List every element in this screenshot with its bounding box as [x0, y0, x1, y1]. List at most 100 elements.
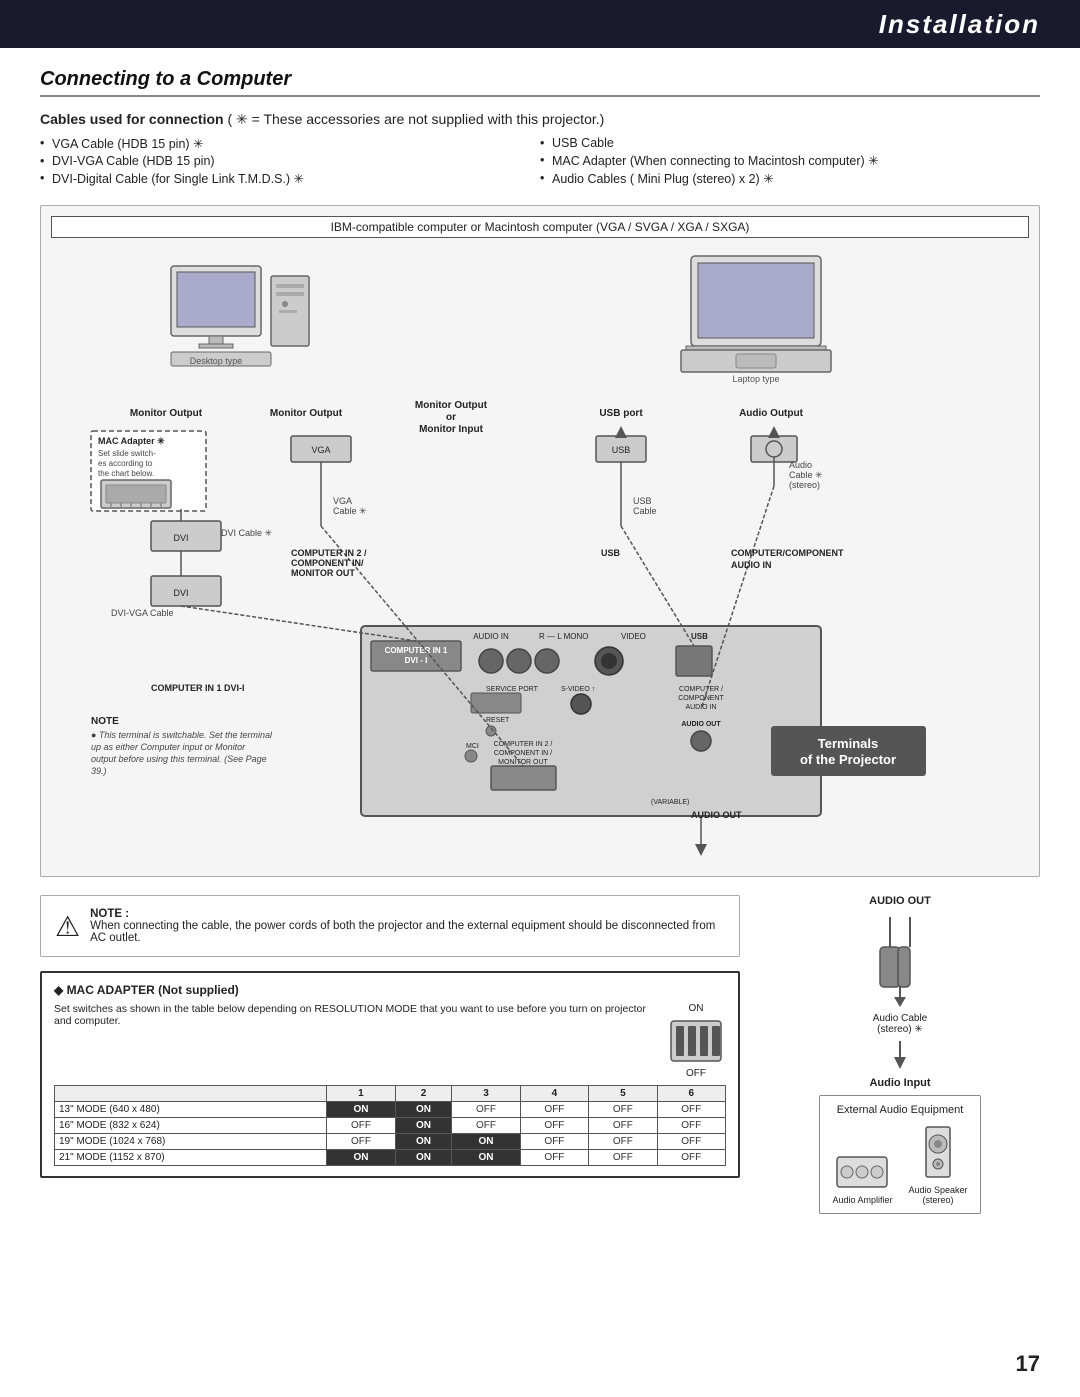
svg-text:up as either Computer input or: up as either Computer input or Monitor: [91, 742, 246, 752]
svg-text:● This terminal is switchable.: ● This terminal is switchable. Set the t…: [91, 730, 273, 740]
mac-table-cell: OFF: [520, 1150, 588, 1166]
svg-text:output before using this termi: output before using this terminal. (See …: [91, 754, 267, 764]
mac-table-mode: 13" MODE (640 x 480): [55, 1102, 327, 1118]
mac-table-cell: ON: [452, 1150, 520, 1166]
svg-text:Monitor Output: Monitor Output: [270, 408, 343, 419]
svg-text:VGA: VGA: [311, 445, 330, 455]
svg-text:Monitor Input: Monitor Input: [419, 424, 484, 435]
bottom-left: ⚠ NOTE : When connecting the cable, the …: [40, 895, 740, 1178]
svg-text:COMPUTER /: COMPUTER /: [679, 686, 723, 693]
cables-left-col: VGA Cable (HDB 15 pin) ✳ DVI-VGA Cable (…: [40, 136, 540, 189]
mac-table-cell: OFF: [657, 1150, 725, 1166]
off-label: OFF: [686, 1068, 706, 1079]
svg-text:Monitor Output: Monitor Output: [130, 408, 203, 419]
mac-table-cell: OFF: [657, 1118, 725, 1134]
laptop-computer: Laptop type: [681, 256, 831, 384]
svg-text:Cable ✳: Cable ✳: [789, 470, 823, 480]
svg-text:COMPUTER IN 1 DVI-I: COMPUTER IN 1 DVI-I: [151, 683, 245, 693]
svg-text:S-VIDEO ↑: S-VIDEO ↑: [561, 686, 595, 693]
cables-right-col: USB Cable MAC Adapter (When connecting t…: [540, 136, 1040, 189]
svg-text:or: or: [446, 412, 456, 423]
mac-table: 1 2 3 4 5 6 13" MODE (640 x 480)ONONOFFO…: [54, 1085, 726, 1166]
svg-text:MONITOR OUT: MONITOR OUT: [498, 759, 548, 766]
mac-table-cell: OFF: [657, 1102, 725, 1118]
mac-table-header-6: 6: [657, 1086, 725, 1102]
mac-table-cell: OFF: [520, 1134, 588, 1150]
mac-table-cell: ON: [395, 1150, 452, 1166]
note-warning-text: NOTE : When connecting the cable, the po…: [90, 908, 725, 944]
svg-text:MCI: MCI: [466, 743, 479, 750]
svg-text:COMPUTER IN 1: COMPUTER IN 1: [385, 646, 448, 655]
mac-table-cell: ON: [327, 1150, 395, 1166]
audio-amplifier-label: Audio Amplifier: [832, 1195, 892, 1205]
svg-text:R — L MONO: R — L MONO: [539, 632, 588, 641]
svg-text:VGA: VGA: [333, 496, 352, 506]
bottom-right: AUDIO OUT Audio Cable(stereo) ✳ Audio In…: [760, 895, 1040, 1214]
mac-table-cell: OFF: [589, 1102, 657, 1118]
mac-table-cell: OFF: [589, 1134, 657, 1150]
svg-text:NOTE: NOTE: [91, 716, 119, 727]
svg-text:AUDIO OUT: AUDIO OUT: [691, 810, 742, 820]
audio-input-label: Audio Input: [869, 1077, 930, 1089]
svg-text:Terminals: Terminals: [818, 736, 878, 751]
mac-table-header-3: 3: [452, 1086, 520, 1102]
svg-text:AUDIO OUT: AUDIO OUT: [681, 721, 721, 728]
audio-out-label: AUDIO OUT: [869, 895, 931, 907]
note-warning-title: NOTE :: [90, 908, 129, 920]
mac-table-cell: OFF: [327, 1134, 395, 1150]
mac-table-cell: ON: [327, 1102, 395, 1118]
svg-text:MAC Adapter ✳: MAC Adapter ✳: [98, 436, 165, 446]
ibm-label: IBM-compatible computer or Macintosh com…: [51, 216, 1029, 238]
ext-audio-label: External Audio Equipment: [832, 1104, 967, 1116]
mac-adapter-switch: ON OFF: [666, 1003, 726, 1079]
ext-audio-box: External Audio Equipment Audio Amplifier: [819, 1095, 980, 1214]
svg-text:USB: USB: [691, 632, 708, 641]
svg-text:AUDIO IN: AUDIO IN: [685, 704, 716, 711]
mac-table-header-2: 2: [395, 1086, 452, 1102]
mac-table-header-mode: [55, 1086, 327, 1102]
svg-text:USB port: USB port: [599, 408, 643, 419]
mac-table-cell: OFF: [452, 1118, 520, 1134]
cable-item: DVI-Digital Cable (for Single Link T.M.D…: [40, 171, 540, 186]
mac-table-header-1: 1: [327, 1086, 395, 1102]
amplifier-svg: [832, 1152, 892, 1192]
mac-table-mode: 16" MODE (832 x 624): [55, 1118, 327, 1134]
cables-heading-text: Cables used for connection: [40, 111, 224, 127]
mac-table-cell: OFF: [657, 1134, 725, 1150]
mac-table-cell: OFF: [520, 1118, 588, 1134]
mac-adapter-description: Set switches as shown in the table below…: [54, 1003, 646, 1027]
connection-diagram-svg: Desktop type Laptop type Monitor Output …: [51, 246, 1031, 866]
svg-text:AUDIO IN: AUDIO IN: [731, 560, 772, 570]
cable-item: DVI-VGA Cable (HDB 15 pin): [40, 154, 540, 168]
mac-table-cell: OFF: [520, 1102, 588, 1118]
svg-text:COMPONENT IN/: COMPONENT IN/: [291, 558, 364, 568]
svg-text:USB: USB: [612, 445, 631, 455]
svg-text:Cable: Cable: [633, 506, 657, 516]
warning-icon: ⚠: [55, 910, 80, 943]
switch-svg: [666, 1016, 726, 1066]
page-content: Connecting to a Computer Cables used for…: [0, 48, 1080, 1254]
mac-table-header-5: 5: [589, 1086, 657, 1102]
mac-table-header-4: 4: [520, 1086, 588, 1102]
page-title: Installation: [879, 9, 1040, 40]
svg-text:COMPUTER IN 2 /: COMPUTER IN 2 /: [291, 548, 367, 558]
mac-table-cell: OFF: [589, 1118, 657, 1134]
audio-amplifier-block: Audio Amplifier: [832, 1152, 892, 1205]
mac-table-mode: 21" MODE (1152 x 870): [55, 1150, 327, 1166]
mac-table-cell: ON: [395, 1102, 452, 1118]
svg-text:COMPONENT IN /: COMPONENT IN /: [494, 750, 552, 757]
svg-text:Audio Output: Audio Output: [739, 408, 804, 419]
bottom-area: ⚠ NOTE : When connecting the cable, the …: [40, 895, 1040, 1214]
cables-list: VGA Cable (HDB 15 pin) ✳ DVI-VGA Cable (…: [40, 136, 1040, 189]
mac-table-cell: OFF: [327, 1118, 395, 1134]
svg-text:DVI - I: DVI - I: [405, 656, 428, 665]
svg-text:Monitor Output: Monitor Output: [415, 400, 488, 411]
svg-text:DVI: DVI: [173, 588, 188, 598]
mac-table-cell: OFF: [452, 1102, 520, 1118]
on-label: ON: [689, 1003, 704, 1014]
svg-text:Cable ✳: Cable ✳: [333, 506, 367, 516]
svg-text:DVI: DVI: [173, 533, 188, 543]
page-number: 17: [1016, 1351, 1040, 1377]
mac-adapter-desc: Set switches as shown in the table below…: [54, 1003, 652, 1027]
mac-table-cell: ON: [395, 1118, 452, 1134]
